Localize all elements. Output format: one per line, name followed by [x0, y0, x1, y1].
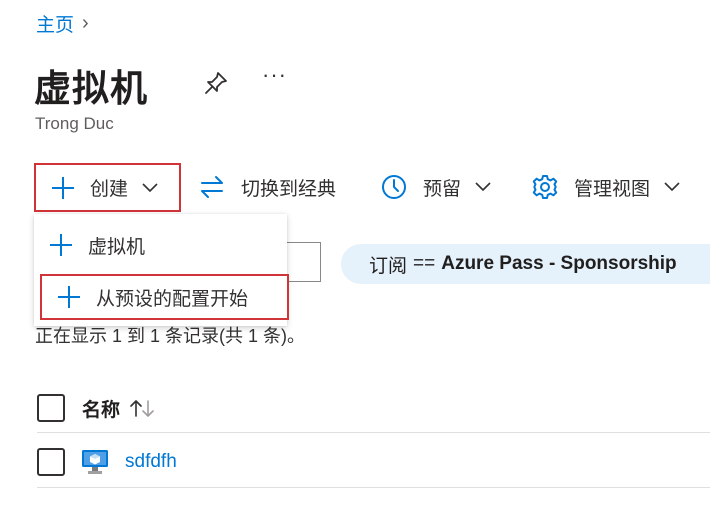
sort-icon[interactable] [128, 397, 158, 419]
switch-classic-label: 切换到经典 [241, 178, 337, 200]
chevron-right-icon: › [82, 12, 89, 34]
row-checkbox[interactable] [37, 448, 65, 476]
breadcrumb: 主页 › [36, 10, 89, 37]
filter-operator: == [413, 253, 436, 274]
menu-item-virtual-machine[interactable]: 虚拟机 [34, 220, 287, 270]
chevron-down-icon [475, 182, 491, 192]
subscription-filter-pill[interactable]: 订阅 == Azure Pass - Sponsorship [341, 244, 710, 284]
create-button[interactable]: 创建 [34, 163, 181, 212]
page-subtitle: Trong Duc [35, 114, 114, 133]
clock-icon [382, 175, 406, 199]
chevron-down-icon [142, 182, 158, 192]
virtual-machine-icon [82, 450, 108, 474]
filter-value: Azure Pass - Sponsorship [441, 253, 677, 274]
table-header-row: 名称 [37, 385, 710, 431]
select-all-checkbox[interactable] [37, 394, 65, 422]
switch-arrows-icon [201, 176, 223, 198]
row-divider [37, 432, 710, 433]
chevron-down-icon [664, 182, 680, 192]
create-button-label: 创建 [90, 179, 129, 200]
filter-field: 订阅 [369, 255, 408, 277]
manage-view-label: 管理视图 [574, 178, 651, 200]
row-divider [37, 487, 710, 488]
plus-icon [52, 176, 74, 199]
gear-icon [532, 175, 558, 199]
column-header-name[interactable]: 名称 [82, 395, 120, 422]
menu-item-label: 从预设的配置开始 [96, 288, 249, 310]
breadcrumb-home-link[interactable]: 主页 [36, 10, 74, 37]
menu-item-start-from-preset[interactable]: 从预设的配置开始 [40, 274, 289, 320]
vm-name-link[interactable]: sdfdfh [125, 451, 177, 473]
filter-search-input[interactable] [285, 242, 321, 282]
more-options-icon[interactable]: ··· [262, 62, 287, 88]
plus-icon [58, 286, 80, 308]
reserve-label: 预留 [423, 178, 462, 200]
reserve-button[interactable]: 预留 [381, 167, 491, 207]
page-title: 虚拟机 [34, 68, 148, 109]
menu-item-label: 虚拟机 [88, 236, 146, 258]
pin-icon[interactable] [203, 70, 229, 96]
manage-view-button[interactable]: 管理视图 [532, 167, 680, 207]
table-row: sdfdfh [37, 442, 177, 482]
switch-classic-button[interactable]: 切换到经典 [199, 167, 336, 207]
plus-icon [50, 234, 72, 256]
